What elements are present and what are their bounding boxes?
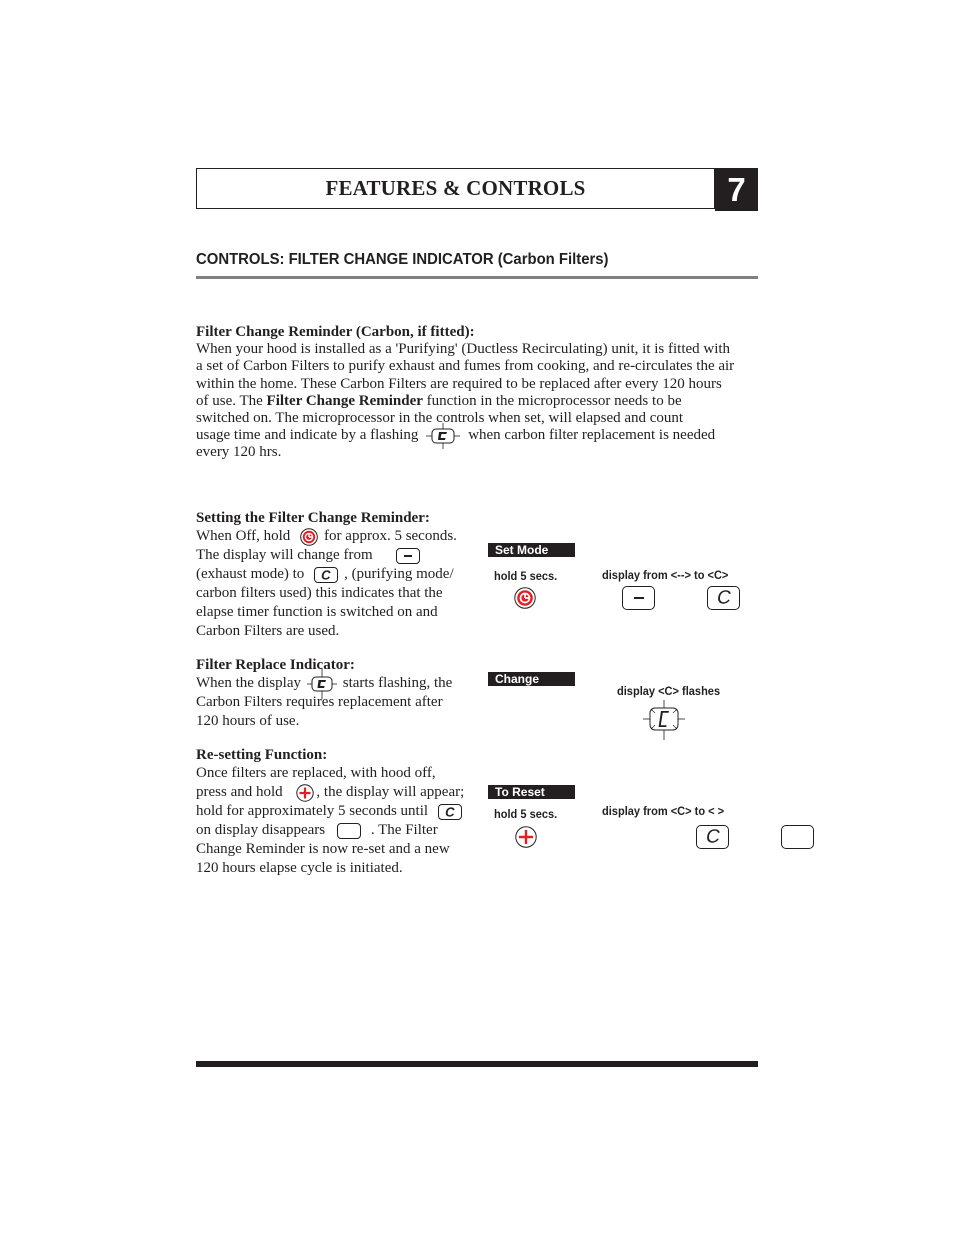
- intro-block: Filter Change Reminder (Carbon, if fitte…: [196, 324, 734, 462]
- set-mode-label: Set Mode: [488, 543, 575, 557]
- reset-text: on display disappears: [196, 822, 326, 838]
- reset-line: Change Reminder is now re-set and a new: [196, 841, 450, 857]
- replace-line: When the display starts flashing, the: [196, 668, 453, 699]
- section-rule: [196, 276, 758, 279]
- set-mode-display-caption: display from <--> to <C>: [602, 568, 729, 582]
- replace-text: starts flashing, the: [342, 675, 453, 691]
- intro-text: function in the microprocessor needs to …: [422, 392, 682, 409]
- reset-text: . The Filter: [370, 822, 438, 838]
- setting-line: Carbon Filters are used.: [196, 623, 340, 639]
- setting-block: Setting the Filter Change Reminder: When…: [196, 510, 457, 641]
- intro-line: within the home. These Carbon Filters ar…: [196, 375, 722, 392]
- plus-button-icon: [515, 826, 537, 848]
- reset-line: 120 hours elapse cycle is initiated.: [196, 860, 403, 876]
- intro-line: every 120 hrs.: [196, 444, 282, 461]
- intro-text: when carbon filter replacement is needed: [468, 427, 716, 444]
- c-glyph: C: [714, 587, 733, 609]
- reset-line: Once filters are replaced, with hood off…: [196, 765, 436, 781]
- c-glyph: C: [320, 567, 333, 583]
- intro-line: When your hood is installed as a 'Purify…: [196, 341, 731, 358]
- chapter-number: 7: [715, 168, 758, 211]
- page-title: FEATURES & CONTROLS: [325, 176, 586, 200]
- c-display-icon: C: [314, 566, 339, 583]
- set-mode-hold-caption: hold 5 secs.: [494, 569, 558, 583]
- to-reset-display-caption: display from <C> to < >: [602, 804, 725, 818]
- setting-text: When Off, hold: [196, 528, 291, 544]
- setting-heading: Setting the Filter Change Reminder:: [196, 510, 430, 526]
- setting-line: When Off, hold for approx. 5 seconds.: [196, 527, 457, 546]
- flashing-c-display-icon: [306, 668, 337, 699]
- c-display-icon: C: [696, 825, 729, 849]
- c-glyph: C: [703, 826, 722, 848]
- reset-block: Re-setting Function: Once filters are re…: [196, 747, 464, 878]
- flashing-c-display-icon: [643, 700, 685, 740]
- change-filters-label: Change Filters: [488, 672, 575, 700]
- dash-glyph: [404, 554, 413, 557]
- c-glyph: C: [443, 804, 456, 820]
- timer-button-icon: [514, 587, 536, 609]
- reset-text: hold for approximately 5 seconds until: [196, 803, 429, 819]
- replace-text: When the display: [196, 675, 301, 691]
- setting-text: for approx. 5 seconds.: [324, 528, 457, 544]
- to-reset-hold-caption: hold 5 secs.: [494, 807, 558, 821]
- flashing-c-display-icon: [426, 422, 461, 449]
- change-filters-caption: display <C> flashes: [617, 684, 721, 698]
- blank-display-icon: [781, 825, 814, 849]
- dash-display-icon: [622, 586, 655, 610]
- reset-line: on display disappears . The Filter: [196, 821, 464, 840]
- reset-text: , the display will appear;: [316, 784, 465, 800]
- intro-line: switched on. The microprocessor in the c…: [196, 410, 684, 427]
- plus-button-icon: [296, 783, 315, 802]
- intro-line: usage time and indicate by a flashing wh…: [196, 422, 734, 449]
- intro-heading: Filter Change Reminder (Carbon, if fitte…: [196, 324, 475, 340]
- reset-heading: Re-setting Function:: [196, 747, 328, 763]
- to-reset-label: To Reset: [488, 785, 575, 799]
- blank-display-icon: [336, 822, 361, 839]
- intro-line: a set of Carbon Filters to purify exhaus…: [196, 358, 735, 375]
- section-title: CONTROLS: FILTER CHANGE INDICATOR (Carbo…: [196, 251, 609, 268]
- replace-line: 120 hours of use.: [196, 713, 300, 729]
- intro-text: of use. The: [196, 392, 267, 409]
- setting-text: (exhaust mode) to: [196, 566, 305, 582]
- setting-line: The display will change from: [196, 546, 457, 565]
- setting-line: elapse timer function is switched on and: [196, 604, 438, 620]
- setting-line: carbon filters used) this indicates that…: [196, 585, 443, 601]
- intro-bold-term: Filter Change Reminder: [266, 392, 423, 409]
- setting-text: The display will change from: [196, 547, 373, 563]
- timer-button-icon: [300, 527, 318, 546]
- dash-glyph: [633, 597, 644, 599]
- intro-text: usage time and indicate by a flashing: [196, 427, 419, 444]
- setting-text: , (purifying mode/: [344, 566, 454, 582]
- setting-line: (exhaust mode) to C , (purifying mode/: [196, 565, 457, 584]
- c-display-icon: C: [437, 803, 462, 820]
- replace-block: Filter Replace Indicator: When the displ…: [196, 657, 452, 731]
- dash-display-icon: [396, 547, 421, 564]
- reset-line: press and hold , the display will appear…: [196, 783, 464, 802]
- reset-line: hold for approximately 5 seconds until C: [196, 802, 464, 821]
- reset-text: press and hold: [196, 784, 283, 800]
- c-display-icon: C: [707, 586, 740, 610]
- footer-rule: [196, 1061, 758, 1067]
- intro-line: of use. The Filter Change Reminder funct…: [196, 393, 734, 410]
